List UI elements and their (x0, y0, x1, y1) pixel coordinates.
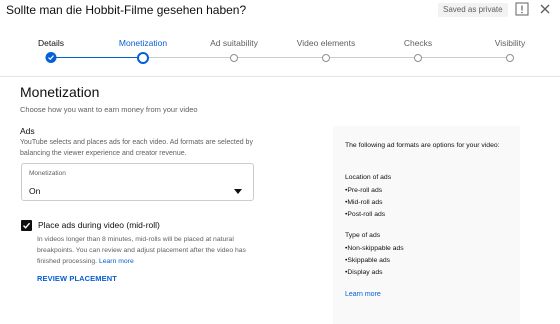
type-item-nonskippable: •Non-skippable ads (345, 245, 404, 252)
midroll-description: In videos longer than 8 minutes, mid-rol… (37, 234, 257, 267)
caret-down-icon (234, 181, 242, 194)
step-monetization-label[interactable]: Monetization (119, 38, 167, 48)
location-heading: Location of ads (345, 174, 392, 181)
ads-heading: Ads (20, 126, 35, 136)
type-item-skippable: •Skippable ads (345, 257, 391, 264)
monetization-select[interactable]: Monetization On (21, 163, 254, 201)
review-placement-button[interactable]: REVIEW PLACEMENT (37, 274, 117, 283)
close-icon[interactable] (538, 2, 552, 16)
monetization-select-value: On (29, 186, 41, 196)
midroll-checkbox-label[interactable]: Place ads during video (mid-roll) (38, 220, 160, 230)
step-ad-suitability-label[interactable]: Ad suitability (210, 38, 258, 48)
stepper-divider (0, 76, 560, 77)
midroll-description-text: In videos longer than 8 minutes, mid-rol… (37, 236, 246, 265)
type-item-display: •Display ads (345, 269, 383, 276)
step-visibility-dot[interactable] (506, 54, 514, 62)
stepper-track-complete (51, 57, 143, 58)
step-ad-suitability-dot[interactable] (230, 54, 238, 62)
ads-description: YouTube selects and places ads for each … (20, 139, 253, 157)
type-heading: Type of ads (345, 232, 381, 239)
location-item-preroll: •Pre-roll ads (345, 187, 383, 194)
save-status-badge: Saved as private (438, 3, 508, 17)
page-title: Monetization (20, 84, 100, 100)
dialog-header: Sollte man die Hobbit-Filme gesehen habe… (0, 0, 560, 22)
location-item-postroll: •Post-roll ads (345, 211, 386, 218)
location-item-midroll: •Mid-roll ads (345, 199, 383, 206)
step-checks-dot[interactable] (414, 54, 422, 62)
step-video-elements-label[interactable]: Video elements (297, 38, 355, 48)
page-subtitle: Choose how you want to earn money from y… (20, 105, 198, 114)
monetization-select-label: Monetization (29, 170, 66, 177)
step-visibility-label[interactable]: Visibility (495, 38, 526, 48)
ad-formats-info-panel: The following ad formats are options for… (333, 126, 520, 324)
upload-stepper: Details Monetization Ad suitability Vide… (0, 32, 560, 72)
step-details-label[interactable]: Details (38, 38, 64, 48)
dialog-title: Sollte man die Hobbit-Filme gesehen habe… (6, 3, 247, 17)
check-icon (23, 222, 31, 229)
info-learn-more-link[interactable]: Learn more (345, 291, 381, 298)
step-details-check-icon[interactable] (45, 52, 57, 63)
midroll-checkbox[interactable] (21, 220, 32, 231)
flag-icon[interactable] (515, 2, 529, 16)
step-checks-label[interactable]: Checks (404, 38, 432, 48)
step-monetization-dot[interactable] (137, 51, 149, 64)
midroll-learn-more-link[interactable]: Learn more (99, 258, 134, 265)
info-intro: The following ad formats are options for… (345, 142, 500, 149)
step-video-elements-dot[interactable] (322, 54, 330, 62)
